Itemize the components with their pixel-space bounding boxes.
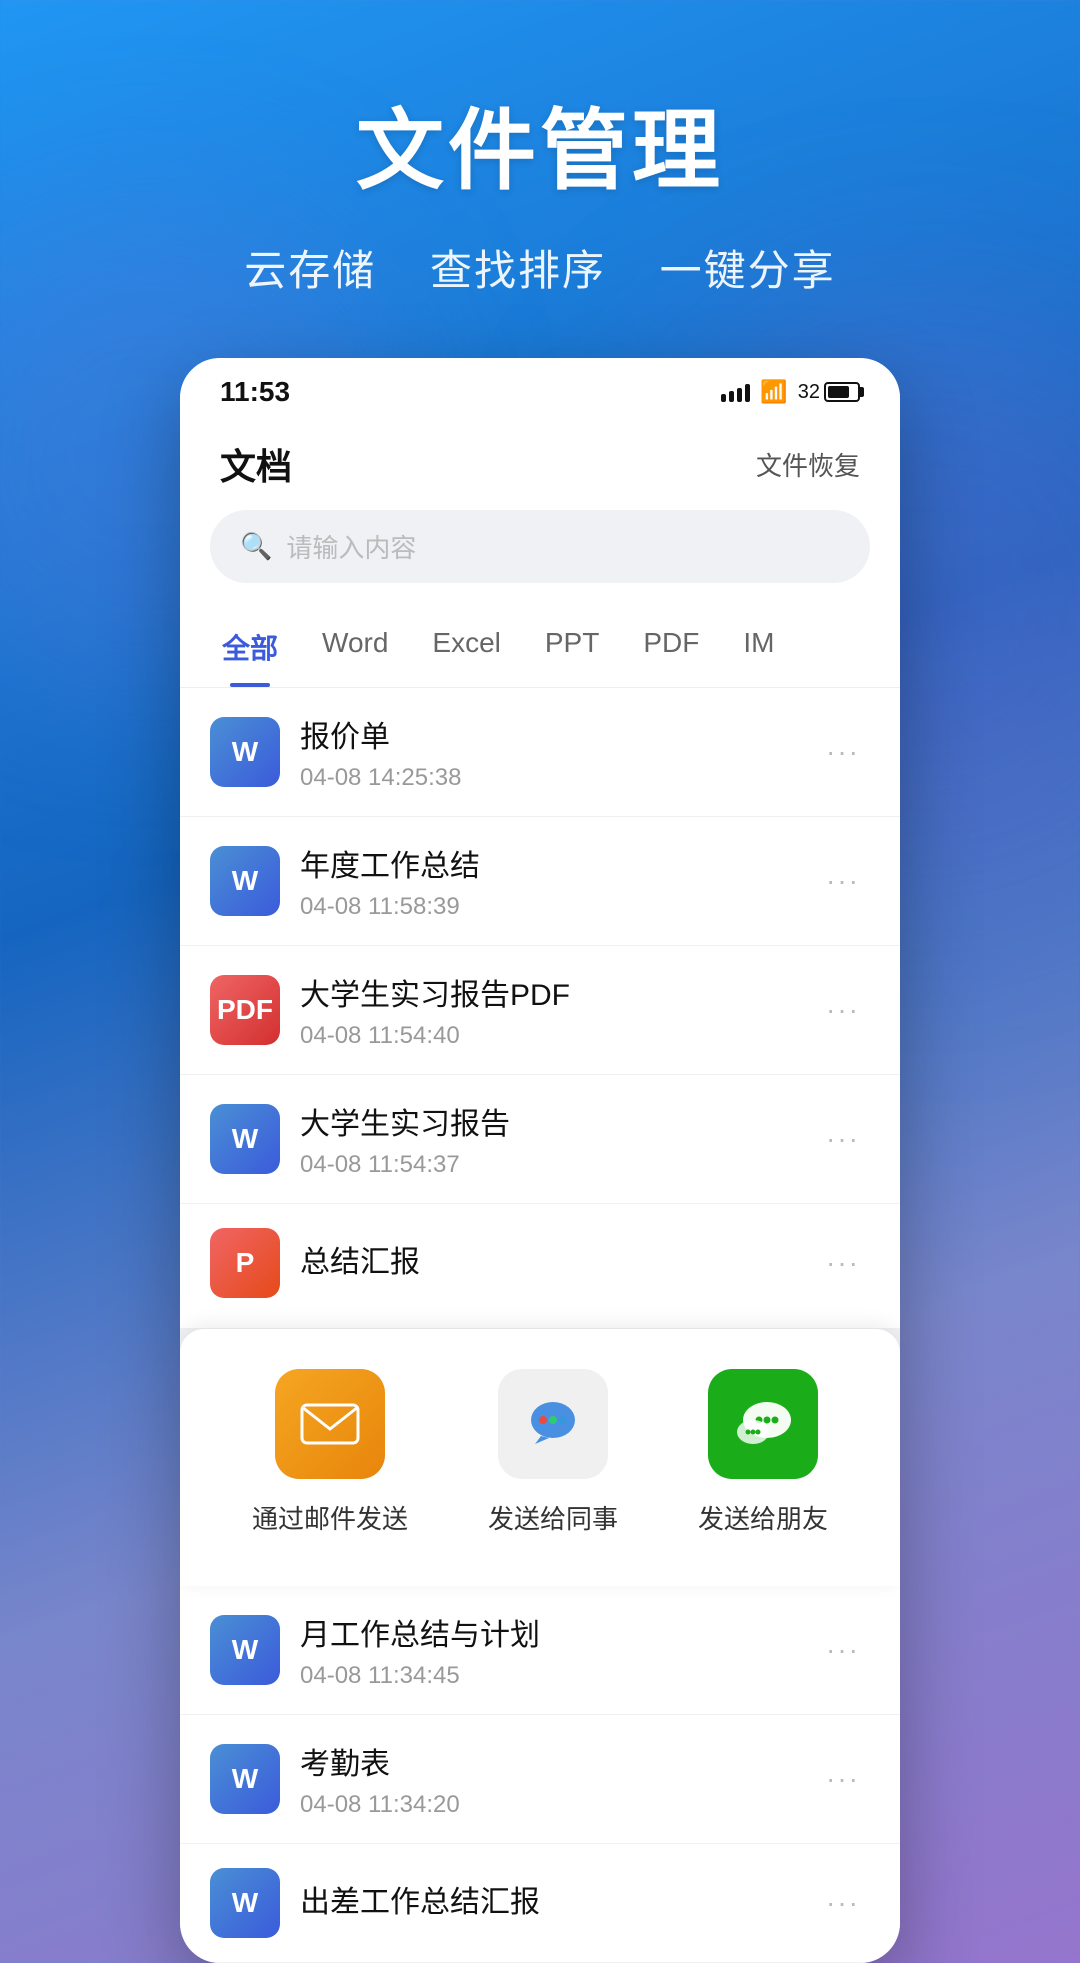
- ppt-icon: P: [210, 1228, 280, 1298]
- tab-excel[interactable]: Excel: [410, 607, 522, 687]
- tab-word[interactable]: Word: [300, 607, 410, 687]
- list-item[interactable]: W 出差工作总结汇报 ···: [180, 1844, 900, 1963]
- file-name: 总结汇报: [300, 1237, 796, 1281]
- tab-all[interactable]: 全部: [200, 607, 300, 687]
- tab-im[interactable]: IM: [721, 607, 796, 687]
- phone-mockup: 11:53 📶 32 文档 文件恢复 🔍 请输入内容 全部 Word E: [180, 358, 900, 1963]
- word-icon: W: [210, 1104, 280, 1174]
- hero-subtitle: 云存储 查找排序 一键分享: [224, 237, 855, 298]
- battery-icon: [824, 382, 860, 402]
- file-info: 大学生实习报告 04-08 11:54:37: [300, 1099, 796, 1179]
- file-menu-button[interactable]: ···: [816, 1753, 870, 1805]
- page-title: 文件管理: [356, 80, 724, 207]
- recovery-link[interactable]: 文件恢复: [756, 446, 860, 483]
- share-option-friend[interactable]: 发送给朋友: [698, 1369, 828, 1536]
- subtitle-item-3: 一键分享: [660, 247, 836, 294]
- file-info: 总结汇报: [300, 1237, 796, 1289]
- subtitle-item-2: 查找排序: [430, 247, 606, 294]
- file-date: 04-08 11:54:40: [300, 1022, 796, 1050]
- file-menu-button[interactable]: ···: [816, 855, 870, 907]
- list-item[interactable]: W 年度工作总结 04-08 11:58:39 ···: [180, 817, 900, 946]
- list-item[interactable]: W 月工作总结与计划 04-08 11:34:45 ···: [180, 1586, 900, 1715]
- file-date: 04-08 11:34:45: [300, 1662, 796, 1690]
- file-menu-button[interactable]: ···: [816, 1877, 870, 1929]
- file-menu-button[interactable]: ···: [816, 1624, 870, 1676]
- list-item[interactable]: P 总结汇报 ···: [180, 1204, 900, 1329]
- list-item[interactable]: W 考勤表 04-08 11:34:20 ···: [180, 1715, 900, 1844]
- signal-icon: [721, 382, 750, 402]
- file-list-top: W 报价单 04-08 14:25:38 ··· W 年度工作总结 04-08 …: [180, 688, 900, 1329]
- file-name: 考勤表: [300, 1739, 796, 1783]
- search-container: 🔍 请输入内容: [180, 490, 900, 607]
- file-list-bottom: W 月工作总结与计划 04-08 11:34:45 ··· W 考勤表 04-0…: [180, 1586, 900, 1963]
- pdf-icon: PDF: [210, 975, 280, 1045]
- list-item[interactable]: W 报价单 04-08 14:25:38 ···: [180, 688, 900, 817]
- file-info: 考勤表 04-08 11:34:20: [300, 1739, 796, 1819]
- search-icon: 🔍: [240, 531, 272, 562]
- list-item[interactable]: W 大学生实习报告 04-08 11:54:37 ···: [180, 1075, 900, 1204]
- share-option-email[interactable]: 通过邮件发送: [252, 1369, 408, 1536]
- file-name: 报价单: [300, 712, 796, 756]
- word-icon: W: [210, 846, 280, 916]
- search-bar[interactable]: 🔍 请输入内容: [210, 510, 870, 583]
- word-icon: W: [210, 1615, 280, 1685]
- email-share-icon: [275, 1369, 385, 1479]
- file-info: 大学生实习报告PDF 04-08 11:54:40: [300, 970, 796, 1050]
- share-colleague-label: 发送给同事: [488, 1499, 618, 1536]
- file-date: 04-08 11:34:20: [300, 1791, 796, 1819]
- word-icon: W: [210, 1868, 280, 1938]
- file-name: 大学生实习报告: [300, 1099, 796, 1143]
- wifi-icon: 📶: [760, 379, 787, 405]
- app-title: 文档: [220, 438, 292, 490]
- wechat-share-icon: [708, 1369, 818, 1479]
- file-date: 04-08 11:54:37: [300, 1151, 796, 1179]
- file-menu-button[interactable]: ···: [816, 984, 870, 1036]
- file-info: 出差工作总结汇报: [300, 1877, 796, 1929]
- app-header: 文档 文件恢复: [180, 418, 900, 490]
- file-menu-button[interactable]: ···: [816, 1237, 870, 1289]
- word-icon: W: [210, 1744, 280, 1814]
- list-item[interactable]: PDF 大学生实习报告PDF 04-08 11:54:40 ···: [180, 946, 900, 1075]
- file-date: 04-08 14:25:38: [300, 764, 796, 792]
- search-input[interactable]: 请输入内容: [286, 528, 416, 565]
- tab-bar: 全部 Word Excel PPT PDF IM: [180, 607, 900, 688]
- subtitle-item-1: 云存储: [244, 247, 376, 294]
- status-bar: 11:53 📶 32: [180, 358, 900, 418]
- file-menu-button[interactable]: ···: [816, 1113, 870, 1165]
- word-icon: W: [210, 717, 280, 787]
- file-menu-button[interactable]: ···: [816, 726, 870, 778]
- share-email-label: 通过邮件发送: [252, 1499, 408, 1536]
- file-info: 月工作总结与计划 04-08 11:34:45: [300, 1610, 796, 1690]
- battery-indicator: 32: [798, 381, 860, 404]
- share-option-colleague[interactable]: 发送给同事: [488, 1369, 618, 1536]
- file-info: 年度工作总结 04-08 11:58:39: [300, 841, 796, 921]
- email-icon: [300, 1399, 360, 1449]
- tab-ppt[interactable]: PPT: [523, 607, 621, 687]
- file-name: 出差工作总结汇报: [300, 1877, 796, 1921]
- colleague-share-icon: [498, 1369, 608, 1479]
- status-time: 11:53: [220, 376, 290, 408]
- file-name: 月工作总结与计划: [300, 1610, 796, 1654]
- file-date: 04-08 11:58:39: [300, 893, 796, 921]
- file-name: 年度工作总结: [300, 841, 796, 885]
- colleague-icon: [521, 1392, 585, 1456]
- share-friend-label: 发送给朋友: [698, 1499, 828, 1536]
- file-info: 报价单 04-08 14:25:38: [300, 712, 796, 792]
- file-name: 大学生实习报告PDF: [300, 970, 796, 1014]
- battery-level: 32: [798, 381, 820, 404]
- wechat-icon: [729, 1394, 797, 1454]
- status-icons: 📶 32: [721, 379, 860, 405]
- share-popup: 通过邮件发送 发送给同事: [180, 1329, 900, 1586]
- tab-pdf[interactable]: PDF: [621, 607, 721, 687]
